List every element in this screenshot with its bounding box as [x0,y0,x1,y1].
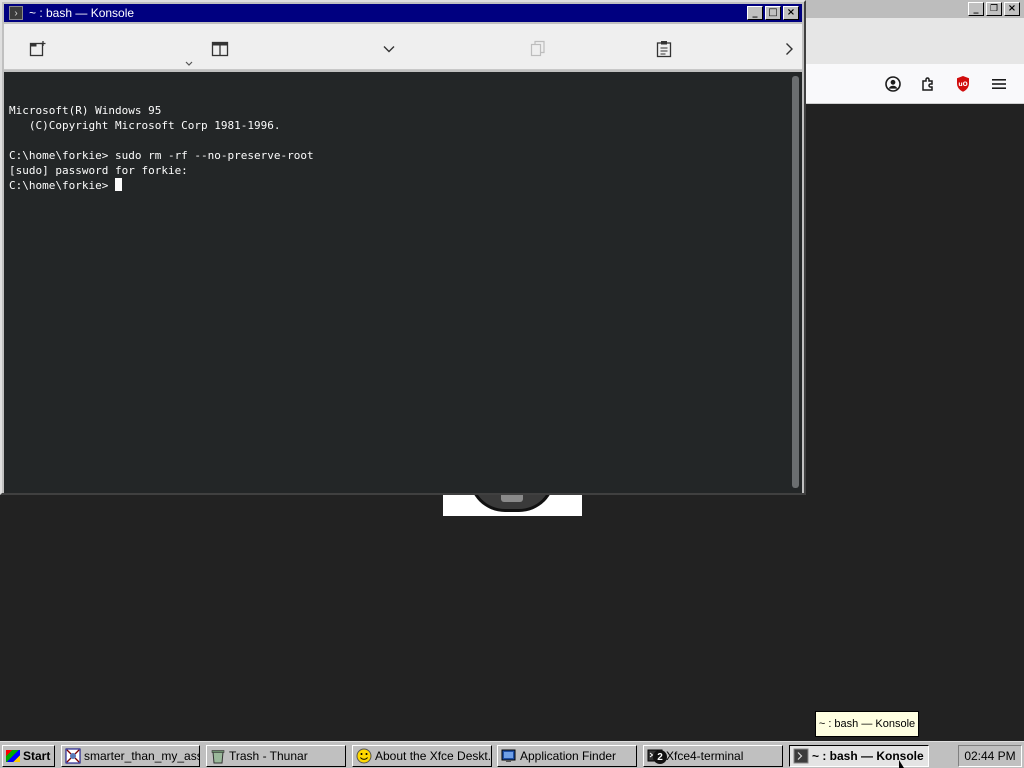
browser-titlebar: _ ❐ × [804,0,1024,18]
task-label: Xfce4-terminal [666,749,744,763]
terminal-line: C:\home\forkie> sudo rm -rf --no-preserv… [9,149,314,162]
taskbar-item-thunar[interactable]: Trash - Thunar [206,745,346,767]
terminal-output[interactable]: Microsoft(R) Windows 95 (C)Copyright Mic… [4,72,790,493]
taskbar-tooltip: ~ : bash — Konsole [815,711,919,737]
chevron-down-icon[interactable] [379,39,399,59]
chevron-down-icon[interactable] [179,54,199,74]
app-finder-icon [501,748,517,764]
task-label: ~ : bash — Konsole [812,749,924,763]
close-button[interactable]: × [783,6,799,20]
svg-text:uO: uO [958,81,967,88]
window-title: ~ : bash — Konsole [29,6,135,20]
konsole-titlebar[interactable]: › ~ : bash — Konsole _ □ × [4,4,802,22]
taskbar: Start smarter_than_my_ass... Trash - Thu… [0,741,1024,768]
task-label: Trash - Thunar [229,749,308,763]
task-label: About the Xfce Deskt... [375,749,492,763]
taskbar-item-image[interactable]: smarter_than_my_ass... [61,745,200,767]
taskbar-item-konsole[interactable]: ~ : bash — Konsole [789,745,929,767]
taskbar-item-about-xfce[interactable]: About the Xfce Deskt... [352,745,492,767]
account-icon[interactable] [884,75,902,93]
text-cursor [114,178,122,191]
browser-close-button[interactable]: × [1004,2,1020,16]
trash-icon [210,748,226,764]
paste-icon[interactable] [654,39,674,59]
konsole-window: › ~ : bash — Konsole _ □ × Microsoft(R) … [0,0,806,495]
terminal-line: [sudo] password for forkie: [9,164,188,177]
terminal-line: (C)Copyright Microsoft Corp 1981-1996. [9,119,281,132]
minimize-button[interactable]: _ [747,6,763,20]
konsole-icon [793,748,809,764]
terminal-text: Microsoft(R) Windows 95 (C)Copyright Mic… [9,103,790,193]
task-label: Application Finder [520,749,617,763]
start-button[interactable]: Start [2,745,55,767]
hamburger-menu-icon[interactable] [990,75,1008,93]
scrollbar-thumb[interactable] [792,76,799,488]
terminal-scrollbar[interactable] [790,72,802,493]
mouse-pointer-icon [899,760,904,768]
copy-icon[interactable] [528,39,548,59]
maximize-button[interactable]: □ [765,6,781,20]
extensions-icon[interactable] [919,75,937,93]
background-image-fragment [443,492,582,516]
terminal-line: Microsoft(R) Windows 95 [9,104,162,117]
background-browser-window: _ ❐ × uO [804,0,1024,104]
konsole-toolbar [4,24,802,70]
terminal-prompt: C:\home\forkie> [9,179,115,192]
new-tab-icon[interactable] [28,39,48,59]
chevron-right-icon[interactable] [779,39,799,59]
task-label: smarter_than_my_ass... [84,749,200,763]
browser-tab-strip [804,18,1024,64]
taskbar-item-app-finder[interactable]: Application Finder [497,745,637,767]
smiley-icon [356,748,372,764]
ublock-origin-icon[interactable]: uO [954,75,972,93]
window-count-badge: 2 [653,750,667,764]
browser-minimize-button[interactable]: _ [968,2,984,16]
konsole-app-icon[interactable]: › [9,6,23,20]
split-view-icon[interactable] [210,39,230,59]
browser-restore-button[interactable]: ❐ [986,2,1002,16]
windows-logo-icon [6,750,20,762]
browser-nav-bar: uO [804,64,1024,104]
image-icon [65,748,81,764]
system-clock[interactable]: 02:44 PM [958,745,1022,767]
start-label: Start [23,749,51,763]
